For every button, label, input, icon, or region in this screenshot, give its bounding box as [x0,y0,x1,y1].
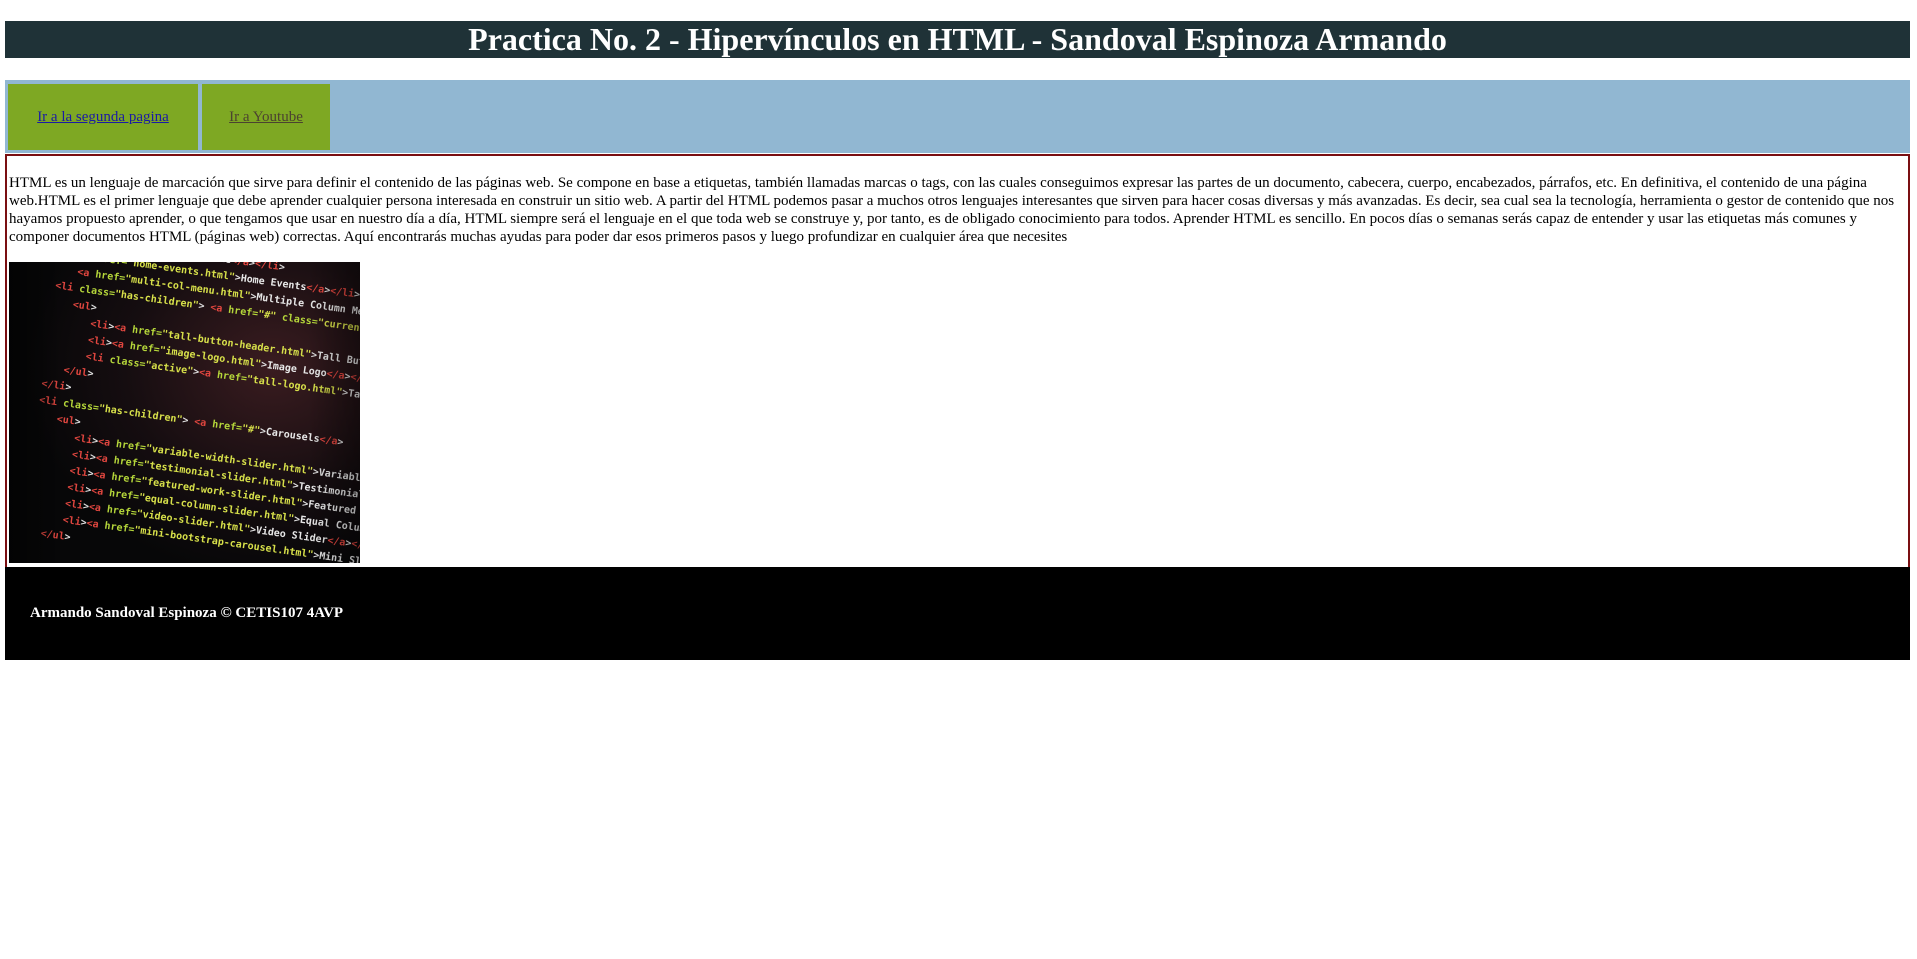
content-paragraph: HTML es un lenguaje de marcación que sir… [9,175,1895,245]
page-title: Practica No. 2 - Hipervínculos en HTML -… [5,21,1910,58]
nav-bar: Ir a la segunda pagina Ir a Youtube [5,80,1910,153]
footer-text: Armando Sandoval Espinoza © CETIS107 4AV… [30,605,344,621]
nav-item-youtube[interactable]: Ir a Youtube [202,84,330,150]
content-section: HTML es un lenguaje de marcación que sir… [5,154,1910,569]
footer: Armando Sandoval Espinoza © CETIS107 4AV… [5,567,1910,660]
code-image-svg: <a href="index.html">Home</a></li><a hre… [9,262,360,563]
page: Practica No. 2 - Hipervínculos en HTML -… [0,0,1917,959]
nav-item-segunda-pagina[interactable]: Ir a la segunda pagina [8,84,198,150]
link-segunda-pagina[interactable]: Ir a la segunda pagina [37,109,169,126]
link-youtube[interactable]: Ir a Youtube [229,109,303,126]
code-screenshot-image: <a href="index.html">Home</a></li><a hre… [9,262,360,563]
